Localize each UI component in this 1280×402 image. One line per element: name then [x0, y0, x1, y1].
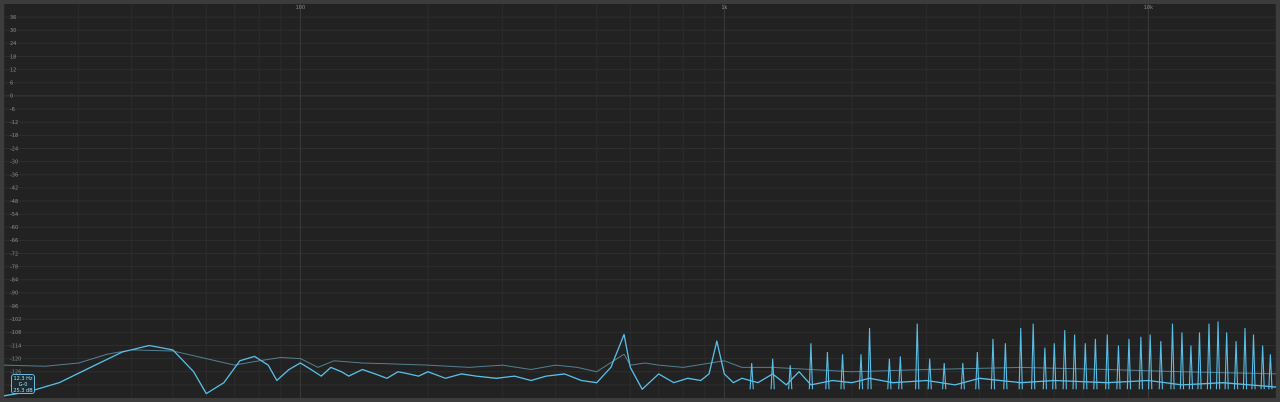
harmonic-peak	[990, 338, 996, 390]
x-tick-label: 1k	[721, 5, 727, 11]
y-tick-label: -24	[10, 146, 18, 152]
readout-level: 25.3 dB	[13, 388, 33, 394]
harmonic-peak	[1224, 332, 1229, 390]
grid	[4, 4, 1276, 398]
harmonic-peak	[1260, 345, 1265, 390]
y-tick-label: 30	[10, 28, 16, 34]
y-tick-label: -72	[10, 251, 18, 257]
y-tick-label: 18	[10, 54, 16, 60]
harmonic-peak	[1188, 345, 1194, 390]
harmonic-peak	[1003, 343, 1008, 390]
y-tick-label: -12	[10, 120, 18, 126]
x-tick-label: 10k	[1144, 5, 1153, 11]
harmonic-peak	[808, 343, 814, 390]
y-tick-label: 0	[10, 94, 13, 100]
y-tick-label: -48	[10, 199, 18, 205]
harmonic-peak	[1251, 334, 1256, 390]
y-tick-label: -90	[10, 291, 18, 297]
y-tick-label: 12	[10, 67, 16, 73]
y-tick-label: -60	[10, 225, 18, 231]
y-tick-label: -84	[10, 278, 18, 284]
x-tick-label: 100	[296, 5, 306, 11]
y-tick-label: -114	[10, 343, 21, 349]
y-tick-label: -54	[10, 212, 18, 218]
harmonic-peak	[1179, 332, 1185, 390]
y-tick-label: -66	[10, 238, 18, 244]
y-tick-label: -6	[10, 107, 15, 113]
harmonic-peak	[1170, 323, 1175, 390]
axis-labels: 36 30 24 18 12 6 0 -6 -12 -18 -24 -30 -36 -42 -48 -54 -6…	[10, 5, 1153, 389]
harmonic-peak	[1233, 341, 1239, 390]
cursor-readout: 12.3 Hz G-0 25.3 dB	[11, 374, 35, 394]
y-tick-label: 24	[10, 41, 16, 47]
y-tick-label: -36	[10, 173, 18, 179]
y-tick-label: 36	[10, 15, 16, 21]
harmonic-peaks	[749, 321, 1273, 390]
y-tick-label: -42	[10, 186, 18, 192]
y-tick-label: -96	[10, 304, 18, 310]
y-tick-label: -108	[10, 330, 21, 336]
harmonic-peak	[1215, 321, 1221, 390]
harmonic-peak	[975, 352, 980, 390]
harmonic-peak	[1031, 323, 1036, 390]
y-tick-label: -30	[10, 159, 18, 165]
y-tick-label: -78	[10, 264, 18, 270]
harmonic-peak	[1206, 323, 1212, 390]
y-tick-label: -102	[10, 317, 21, 323]
analyzer-frame: 36 30 24 18 12 6 0 -6 -12 -18 -24 -30 -36 -42 -48 -54 -6…	[0, 0, 1280, 402]
harmonic-peak	[915, 323, 920, 390]
spectrum-plot[interactable]: 36 30 24 18 12 6 0 -6 -12 -18 -24 -30 -36 -42 -48 -54 -6…	[4, 4, 1276, 398]
spectrum-analyzer[interactable]: 36 30 24 18 12 6 0 -6 -12 -18 -24 -30 -36 -42 -48 -54 -6…	[4, 4, 1276, 398]
harmonic-peak	[1197, 332, 1202, 390]
harmonic-peak	[898, 356, 903, 390]
y-tick-label: -120	[10, 356, 21, 362]
y-tick-label: 6	[10, 81, 13, 87]
y-tick-label: -18	[10, 133, 18, 139]
